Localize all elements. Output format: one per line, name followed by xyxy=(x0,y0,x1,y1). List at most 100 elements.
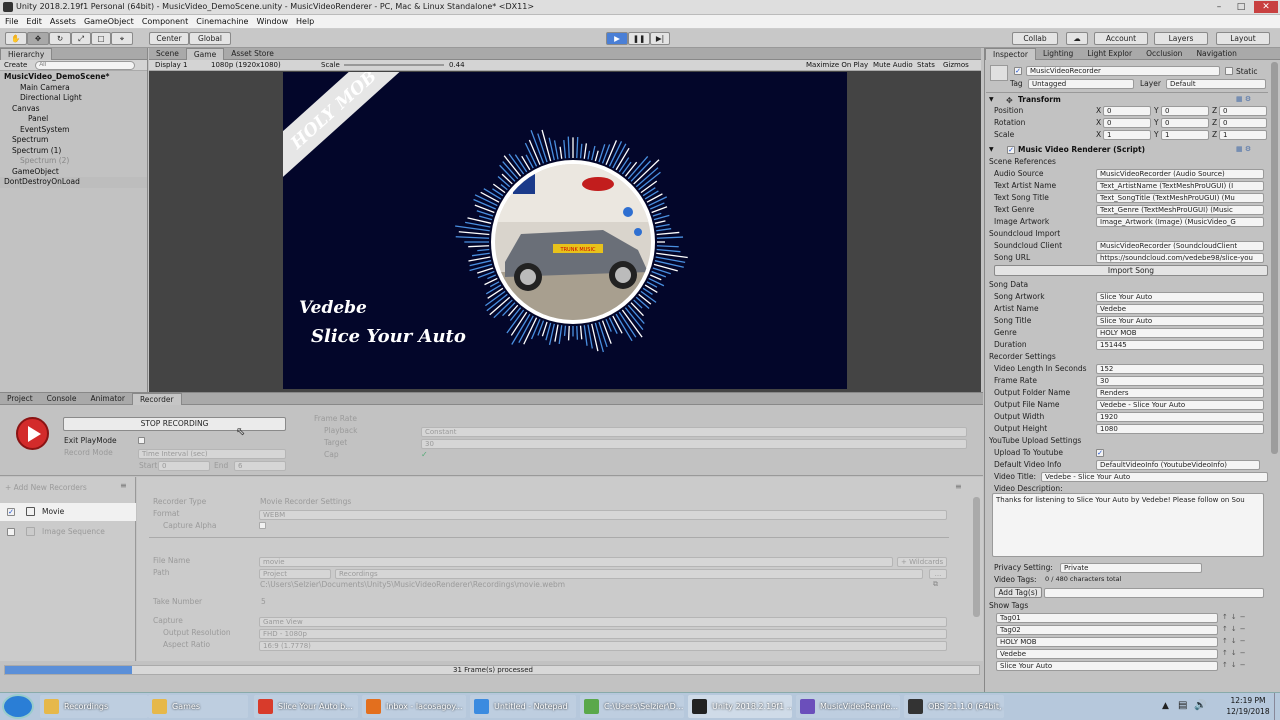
soundcloud-field[interactable]: https://soundcloud.com/vedebe98/slice-yo… xyxy=(1096,253,1264,263)
taskbar-obs[interactable]: OBS 21.1.0 (64bit, ... xyxy=(904,695,1004,718)
taskbar-recordings[interactable]: Recordings xyxy=(40,695,148,718)
import-song-button[interactable]: Import Song xyxy=(994,265,1268,276)
tab-light-explorer[interactable]: Light Explor xyxy=(1080,48,1139,60)
hierarchy-item[interactable]: MusicVideo_DemoScene* xyxy=(0,72,147,83)
foldout-arrow-icon[interactable]: ▼ xyxy=(989,96,994,103)
transform-y-input[interactable]: 1 xyxy=(1161,130,1209,140)
recorder-setting-field[interactable]: 1920 xyxy=(1096,412,1264,422)
capture-dropdown[interactable]: Game View xyxy=(259,617,947,627)
transform-x-input[interactable]: 0 xyxy=(1103,118,1151,128)
take-number-value[interactable]: 5 xyxy=(261,596,266,607)
step-button[interactable]: ▶| xyxy=(650,32,670,45)
scale-tool-icon[interactable]: ⤢ xyxy=(71,32,91,45)
transform-y-input[interactable]: 0 xyxy=(1161,118,1209,128)
aspect-ratio-dropdown[interactable]: 16:9 (1.7778) xyxy=(259,641,947,651)
file-name-input[interactable]: movie xyxy=(259,557,893,567)
pause-button[interactable]: ❚❚ xyxy=(628,32,650,45)
tag-item[interactable]: Tag01 xyxy=(996,613,1218,623)
taskbar-notepad[interactable]: Untitled - Notepad xyxy=(470,695,576,718)
youtube-settings-header[interactable]: YouTube Upload Settings xyxy=(989,435,1081,446)
recorder-settings-header[interactable]: Recorder Settings xyxy=(989,351,1056,362)
upload-youtube-checkbox[interactable]: ✓ xyxy=(1096,449,1104,457)
hierarchy-search-input[interactable] xyxy=(35,60,136,70)
script-header[interactable]: Music Video Renderer (Script) xyxy=(1018,145,1145,154)
layout-dropdown[interactable]: Layout xyxy=(1216,32,1270,45)
tag-item[interactable]: Tag02 xyxy=(996,625,1218,635)
tab-navigation[interactable]: Navigation xyxy=(1189,48,1243,60)
tag-item[interactable]: HOLY MOB xyxy=(996,637,1218,647)
transform-z-input[interactable]: 0 xyxy=(1219,106,1267,116)
close-icon[interactable]: ✕ xyxy=(1254,1,1278,13)
tab-game[interactable]: Game xyxy=(185,47,225,60)
tab-recorder[interactable]: Recorder xyxy=(131,392,182,405)
hierarchy-item[interactable]: Panel xyxy=(0,114,147,125)
space-toggle[interactable]: Global xyxy=(189,32,231,45)
options-icon[interactable]: ≡ xyxy=(120,481,127,490)
menu-cinemachine[interactable]: Cinemachine xyxy=(196,15,248,28)
add-tags-input[interactable] xyxy=(1044,588,1264,598)
minimize-icon[interactable]: – xyxy=(1208,1,1230,13)
transform-z-input[interactable]: 1 xyxy=(1219,130,1267,140)
soundcloud-field[interactable]: MusicVideoRecorder (SoundcloudClient xyxy=(1096,241,1264,251)
video-description-input[interactable]: Thanks for listening to Slice Your Auto … xyxy=(992,493,1264,557)
default-info-field[interactable]: DefaultVideoInfo (YoutubeVideoInfo) xyxy=(1096,460,1260,470)
taskbar-explorer[interactable]: C:\Users\Selzier\D... xyxy=(580,695,684,718)
image-sequence-checkbox[interactable] xyxy=(7,528,15,536)
browse-button[interactable]: ... xyxy=(929,569,947,579)
tag-reorder-buttons[interactable]: ↑↓− xyxy=(1222,625,1264,635)
tag-item[interactable]: Slice Your Auto xyxy=(996,661,1218,671)
account-dropdown[interactable]: Account xyxy=(1094,32,1148,45)
show-desktop-button[interactable] xyxy=(1274,693,1280,720)
hierarchy-item[interactable]: Canvas xyxy=(0,104,147,115)
target-dropdown[interactable]: 30 xyxy=(421,439,967,449)
tag-reorder-buttons[interactable]: ↑↓− xyxy=(1222,637,1264,647)
add-new-recorders-button[interactable]: + Add New Recorders xyxy=(5,482,87,493)
tab-scene[interactable]: Scene xyxy=(149,48,186,60)
rotate-tool-icon[interactable]: ↻ xyxy=(49,32,71,45)
settings-menu-icon[interactable]: ≡ xyxy=(955,482,962,491)
hierarchy-item[interactable]: Main Camera xyxy=(0,83,147,94)
layers-dropdown[interactable]: Layers xyxy=(1154,32,1208,45)
add-tags-button[interactable]: Add Tag(s) xyxy=(994,587,1042,598)
tag-reorder-buttons[interactable]: ↑↓− xyxy=(1222,661,1264,671)
playback-dropdown[interactable]: Constant xyxy=(421,427,967,437)
hierarchy-item[interactable]: EventSystem xyxy=(0,125,147,136)
path-input[interactable]: Recordings xyxy=(335,569,923,579)
layer-dropdown[interactable]: Default xyxy=(1166,79,1266,89)
privacy-dropdown[interactable]: Private xyxy=(1060,563,1202,573)
collab-button[interactable]: Collab xyxy=(1012,32,1058,45)
display-dropdown[interactable]: Display 1 xyxy=(155,60,187,70)
song-data-field[interactable]: Slice Your Auto xyxy=(1096,316,1264,326)
hierarchy-item[interactable]: Spectrum xyxy=(0,135,147,146)
mute-audio-toggle[interactable]: Mute Audio xyxy=(873,60,913,70)
foldout-arrow-icon[interactable]: ▼ xyxy=(989,146,994,153)
tag-reorder-buttons[interactable]: ↑↓− xyxy=(1222,649,1264,659)
start-button[interactable] xyxy=(2,694,34,719)
menu-file[interactable]: File xyxy=(5,15,18,28)
maximize-on-play-toggle[interactable]: Maximize On Play xyxy=(806,60,868,70)
scene-ref-field[interactable]: Text_SongTitle (TextMeshProUGUI) (Mu xyxy=(1096,193,1264,203)
recorder-setting-field[interactable]: 1080 xyxy=(1096,424,1264,434)
resolution-dropdown[interactable]: 1080p (1920x1080) xyxy=(211,60,281,70)
transform-header[interactable]: Transform xyxy=(1018,95,1061,104)
transform-x-input[interactable]: 1 xyxy=(1103,130,1151,140)
song-data-field[interactable]: HOLY MOB xyxy=(1096,328,1264,338)
tag-item[interactable]: Vedebe xyxy=(996,649,1218,659)
hierarchy-item[interactable]: Directional Light xyxy=(0,93,147,104)
network-icon[interactable]: ▤ xyxy=(1178,700,1187,711)
recorder-item-movie[interactable]: ✓ Movie xyxy=(0,503,136,521)
hierarchy-item[interactable]: Spectrum (2) xyxy=(0,156,147,167)
taskbar-games[interactable]: Games xyxy=(148,695,248,718)
recorder-setting-field[interactable]: 152 xyxy=(1096,364,1264,374)
tab-lighting[interactable]: Lighting xyxy=(1036,48,1080,60)
song-data-field[interactable]: Vedebe xyxy=(1096,304,1264,314)
open-folder-icon[interactable]: ⧉ xyxy=(933,580,938,589)
cloud-icon[interactable]: ☁ xyxy=(1066,32,1088,45)
active-checkbox[interactable]: ✓ xyxy=(1014,67,1022,75)
tab-animator[interactable]: Animator xyxy=(83,393,131,405)
stop-recording-button[interactable]: STOP RECORDING xyxy=(63,417,286,431)
transform-z-input[interactable]: 0 xyxy=(1219,118,1267,128)
recorder-setting-field[interactable]: Vedebe - Slice Your Auto xyxy=(1096,400,1264,410)
start-input[interactable]: 0 xyxy=(158,461,210,471)
menu-gameobject[interactable]: GameObject xyxy=(84,15,134,28)
